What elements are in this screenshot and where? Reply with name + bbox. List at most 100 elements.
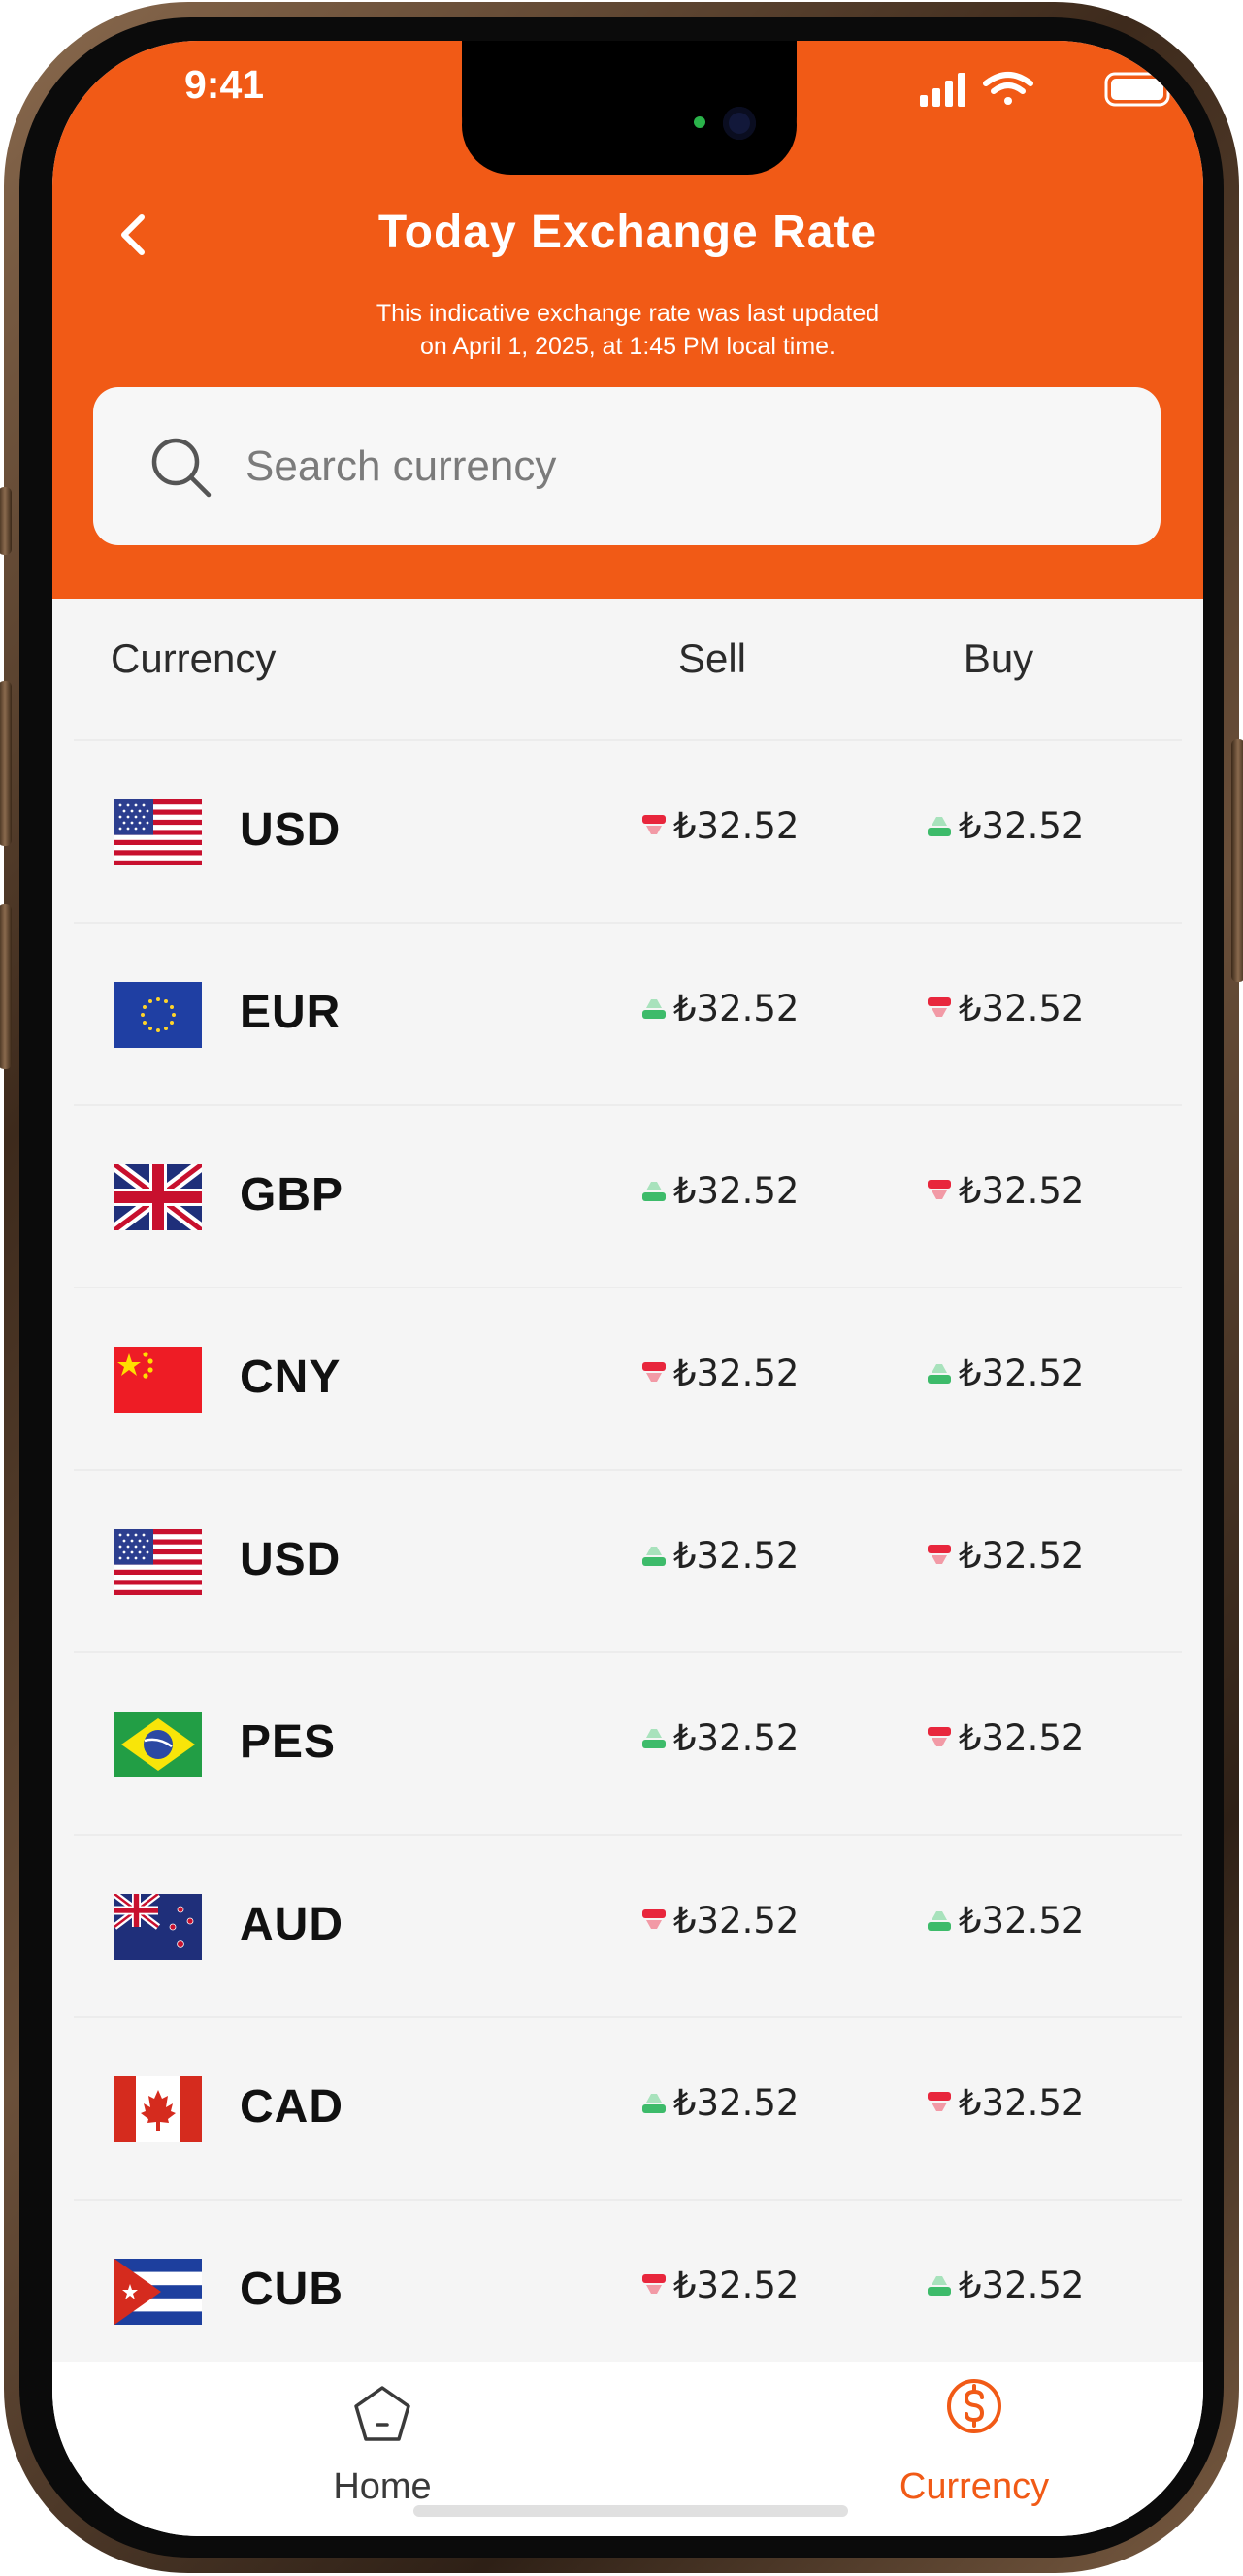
us-flag (114, 1529, 202, 1595)
tab-currency[interactable]: Currency (829, 2362, 1120, 2536)
column-header-buy: Buy (963, 636, 1034, 681)
buy-value: ₺32.52 (959, 805, 1085, 847)
side-button-power (1231, 739, 1243, 982)
currency-row[interactable]: PES ₺32.52 ₺32.52 (74, 1651, 1182, 1836)
currency-row[interactable]: EUR ₺32.52 ₺32.52 (74, 922, 1182, 1106)
search-box[interactable] (93, 387, 1161, 545)
nz-flag (114, 1894, 202, 1960)
side-button-volume-up (0, 681, 12, 846)
phone-frame: 9:41 Today Exchange Rate This indicative… (0, 2, 1243, 2573)
buy-rate: ₺32.52 (928, 1717, 1084, 1772)
buy-value: ₺32.52 (959, 1900, 1085, 1941)
br-flag (114, 1712, 202, 1777)
currency-code: GBP (240, 1169, 344, 1221)
sell-value: ₺32.52 (673, 1170, 800, 1212)
trend-down-icon (928, 2091, 951, 2111)
trend-up-icon (642, 998, 666, 1019)
buy-rate: ₺32.52 (928, 988, 1084, 1042)
sell-rate: ₺32.52 (642, 988, 799, 1042)
currency-code: EUR (240, 987, 342, 1038)
currency-row[interactable]: CUB ₺32.52 ₺32.52 (74, 2199, 1182, 2383)
buy-value: ₺32.52 (959, 2082, 1085, 2124)
app-screen: 9:41 Today Exchange Rate This indicative… (52, 41, 1203, 2536)
search-icon (151, 438, 212, 498)
sell-value: ₺32.52 (673, 988, 800, 1029)
currency-code: CNY (240, 1352, 342, 1403)
ca-flag (114, 2076, 202, 2142)
cn-flag (114, 1347, 202, 1413)
header: 9:41 Today Exchange Rate This indicative… (52, 41, 1203, 599)
trend-up-icon (642, 1728, 666, 1748)
buy-value: ₺32.52 (959, 2265, 1085, 2306)
buy-rate: ₺32.52 (928, 1900, 1084, 1954)
signal-icon (920, 73, 965, 107)
currency-row[interactable]: CAD ₺32.52 ₺32.52 (74, 2016, 1182, 2201)
table-header: Currency Sell Buy (52, 599, 1203, 739)
currency-code: CUB (240, 2264, 343, 2315)
currency-row[interactable]: USD ₺32.52 ₺32.52 (74, 1469, 1182, 1653)
status-time: 9:41 (184, 62, 265, 107)
currency-row[interactable]: AUD ₺32.52 ₺32.52 (74, 1834, 1182, 2018)
sell-value: ₺32.52 (673, 1717, 800, 1759)
currency-code: AUD (240, 1899, 343, 1950)
trend-down-icon (928, 1544, 951, 1564)
buy-rate: ₺32.52 (928, 2265, 1084, 2319)
tab-home-label: Home (333, 2466, 432, 2507)
camera-indicator-dot (694, 116, 705, 128)
trend-up-icon (642, 1546, 666, 1566)
uk-flag (114, 1164, 202, 1230)
last-updated-line-1: This indicative exchange rate was last u… (376, 300, 880, 327)
sell-rate: ₺32.52 (642, 1717, 799, 1772)
sell-value: ₺32.52 (673, 805, 800, 847)
currency-code: USD (240, 1534, 342, 1585)
trend-down-icon (642, 1361, 666, 1382)
buy-rate: ₺32.52 (928, 2082, 1084, 2136)
side-button-action (0, 487, 12, 555)
trend-down-icon (928, 1179, 951, 1199)
column-header-currency: Currency (111, 636, 277, 681)
search-input[interactable] (245, 426, 1119, 507)
chevron-left-icon (121, 214, 145, 255)
tab-currency-label: Currency (899, 2466, 1050, 2507)
trend-up-icon (928, 1910, 951, 1931)
home-indicator (413, 2505, 848, 2517)
trend-down-icon (642, 2273, 666, 2294)
trend-up-icon (642, 2093, 666, 2113)
eu-flag (114, 982, 202, 1048)
back-button[interactable] (105, 206, 163, 264)
home-icon (354, 2386, 410, 2441)
sell-rate: ₺32.52 (642, 2265, 799, 2319)
trend-up-icon (928, 816, 951, 836)
buy-rate: ₺32.52 (928, 1535, 1084, 1589)
currency-row[interactable]: USD ₺32.52 ₺32.52 (74, 739, 1182, 924)
wifi-icon (983, 72, 1033, 105)
buy-rate: ₺32.52 (928, 805, 1084, 860)
currency-code: PES (240, 1716, 337, 1768)
trend-up-icon (928, 2275, 951, 2296)
currency-icon (947, 2379, 1001, 2433)
trend-up-icon (642, 1181, 666, 1201)
sell-rate: ₺32.52 (642, 805, 799, 860)
sell-value: ₺32.52 (673, 2265, 800, 2306)
cu-flag (114, 2259, 202, 2325)
sell-rate: ₺32.52 (642, 1170, 799, 1224)
trend-down-icon (928, 1726, 951, 1746)
buy-value: ₺32.52 (959, 1717, 1085, 1759)
status-icons (920, 72, 1176, 107)
last-updated-note: This indicative exchange rate was last u… (337, 297, 919, 363)
sell-value: ₺32.52 (673, 2082, 800, 2124)
currency-row[interactable]: CNY ₺32.52 ₺32.52 (74, 1287, 1182, 1471)
trend-down-icon (928, 996, 951, 1017)
sell-rate: ₺32.52 (642, 1900, 799, 1954)
last-updated-line-2: on April 1, 2025, at 1:45 PM local time. (419, 333, 835, 360)
buy-rate: ₺32.52 (928, 1170, 1084, 1224)
sell-rate: ₺32.52 (642, 1353, 799, 1407)
currency-row[interactable]: GBP ₺32.52 ₺32.52 (74, 1104, 1182, 1288)
sell-rate: ₺32.52 (642, 1535, 799, 1589)
sell-value: ₺32.52 (673, 1900, 800, 1941)
sell-value: ₺32.52 (673, 1535, 800, 1577)
currency-code: USD (240, 804, 342, 856)
buy-rate: ₺32.52 (928, 1353, 1084, 1407)
side-button-volume-down (0, 904, 12, 1069)
currency-code: CAD (240, 2081, 343, 2133)
